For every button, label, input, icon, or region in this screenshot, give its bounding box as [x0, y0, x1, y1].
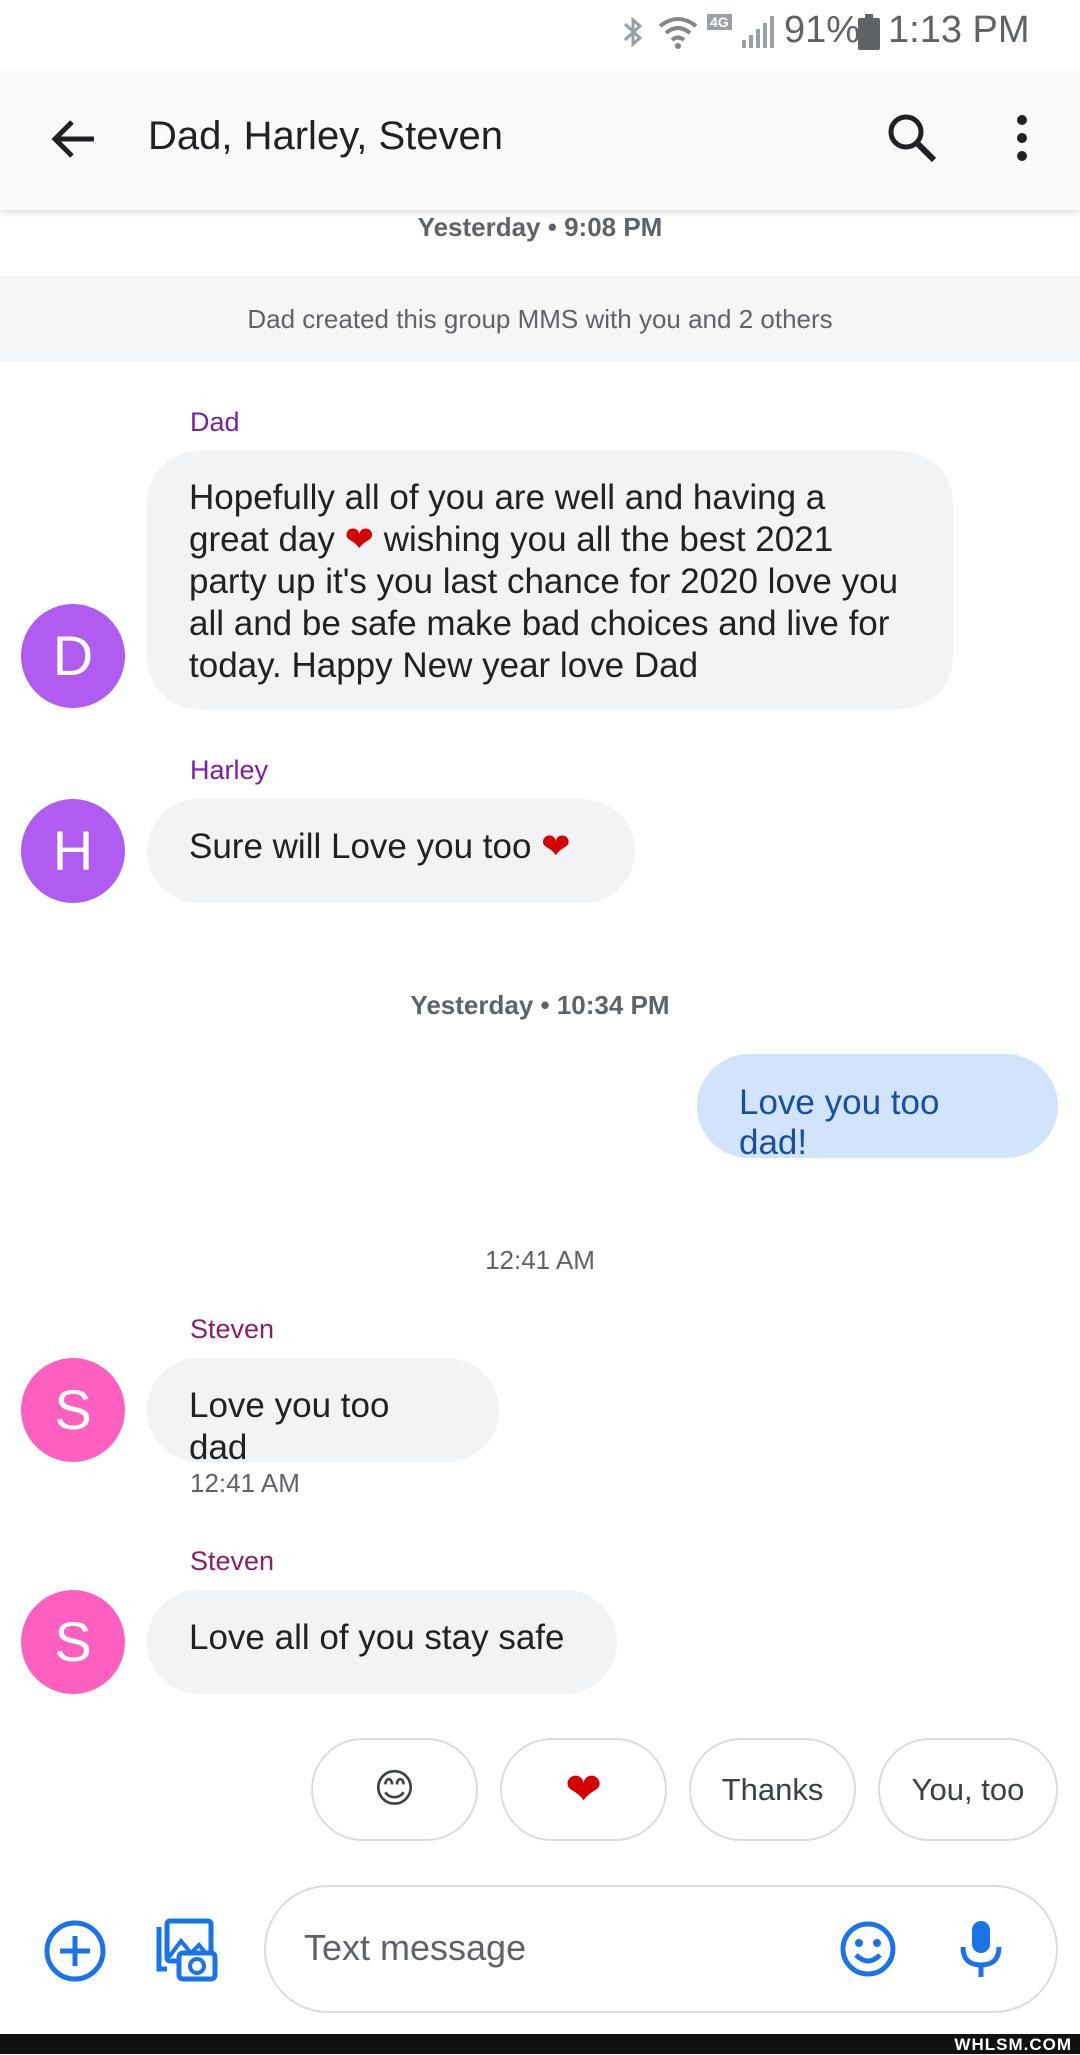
- app-bar: Dad, Harley, Steven: [0, 70, 1080, 210]
- avatar[interactable]: S: [21, 1358, 125, 1462]
- conversation-title: Dad, Harley, Steven: [148, 114, 503, 158]
- message-bubble[interactable]: Hopefully all of you are well and having…: [147, 451, 953, 709]
- clock: 1:13 PM: [888, 9, 1030, 51]
- system-message: Dad created this group MMS with you and …: [247, 304, 833, 334]
- timestamp: 12:41 AM: [485, 1245, 595, 1275]
- message-composer[interactable]: Text message: [264, 1885, 1058, 2013]
- battery-percent: 91%: [784, 9, 861, 51]
- timestamp: Yesterday • 9:08 PM: [417, 212, 663, 242]
- avatar[interactable]: D: [21, 604, 125, 708]
- message-line: Hopefully all of you are well and having…: [189, 478, 826, 517]
- system-message-banner: Dad created this group MMS with you and …: [0, 276, 1080, 361]
- message-time: 12:41 AM: [190, 1468, 300, 1498]
- watermark-bar: WHLSM.COM: [0, 2034, 1080, 2054]
- smart-reply-heart[interactable]: ❤: [500, 1738, 667, 1841]
- outgoing-message-bubble[interactable]: Love you too dad!: [697, 1054, 1058, 1162]
- smart-reply-emoji[interactable]: 😊: [311, 1738, 478, 1841]
- message-bubble[interactable]: Love you too dad: [147, 1358, 499, 1467]
- signal-icon: [740, 14, 776, 50]
- sender-name: Harley: [190, 755, 269, 785]
- mic-icon[interactable]: [959, 1919, 1003, 1979]
- message-bubble[interactable]: Love all of you stay safe: [147, 1590, 617, 1694]
- add-icon[interactable]: [43, 1919, 107, 1983]
- network-type-label: 4G: [707, 14, 732, 30]
- timestamp: Yesterday • 10:34 PM: [410, 990, 670, 1020]
- battery-icon: [858, 14, 880, 50]
- avatar[interactable]: H: [21, 799, 125, 903]
- message-line: all and be safe make bad choices and liv…: [189, 604, 890, 643]
- smart-reply-thanks[interactable]: Thanks: [689, 1738, 856, 1841]
- gallery-camera-icon[interactable]: [153, 1917, 219, 1983]
- sender-name: Dad: [190, 407, 240, 437]
- message-line: today. Happy New year love Dad: [189, 646, 699, 685]
- more-vert-icon[interactable]: [1012, 112, 1032, 164]
- wifi-icon: [656, 14, 700, 50]
- message-line: party up it's you last chance for 2020 l…: [189, 562, 899, 601]
- search-icon[interactable]: [884, 110, 940, 166]
- avatar[interactable]: S: [21, 1590, 125, 1694]
- watermark: WHLSM.COM: [954, 2035, 1072, 2054]
- text-message-input[interactable]: Text message: [304, 1927, 526, 1969]
- message-bubble[interactable]: Sure will Love you too ❤: [147, 799, 635, 903]
- bluetooth-icon: [620, 14, 646, 50]
- smart-reply-you-too[interactable]: You, too: [878, 1738, 1058, 1841]
- status-bar: 4G 91% 1:13 PM: [0, 0, 1080, 70]
- emoji-icon[interactable]: [839, 1920, 897, 1978]
- message-line: great day ❤ wishing you all the best 202…: [189, 520, 834, 559]
- back-arrow-icon[interactable]: [48, 114, 98, 164]
- sender-name: Steven: [190, 1546, 275, 1576]
- sender-name: Steven: [190, 1314, 275, 1344]
